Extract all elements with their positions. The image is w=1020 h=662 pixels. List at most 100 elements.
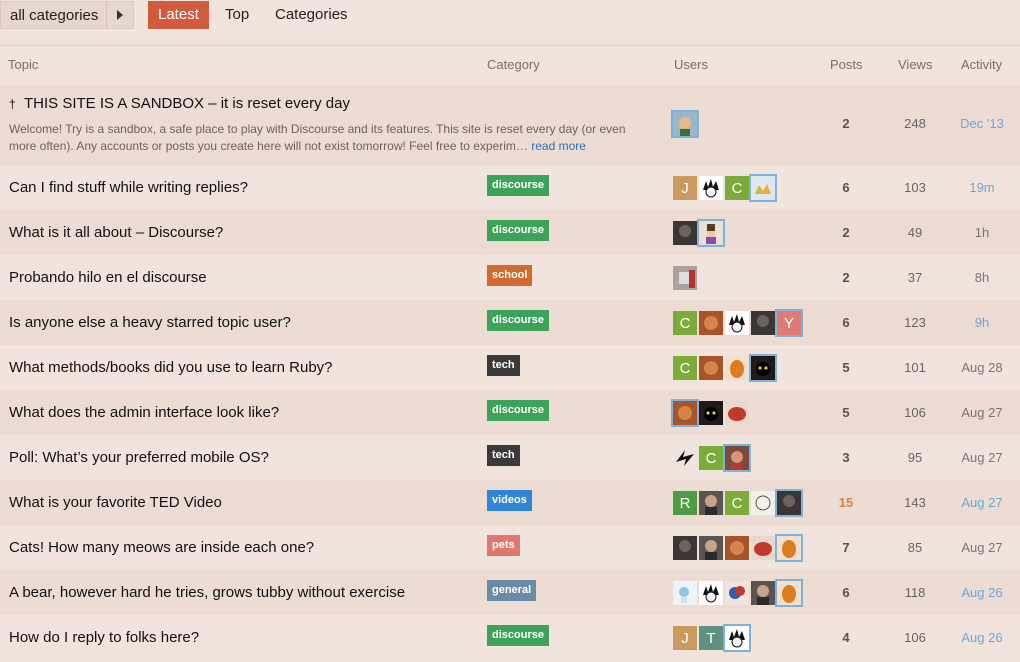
topic-row[interactable]: Can I find stuff while writing replies? d…	[0, 165, 1020, 210]
column-header-topic[interactable]: Topic	[8, 57, 38, 72]
last-activity[interactable]: Aug 26	[952, 630, 1012, 645]
topic-title-text[interactable]: What methods/books did you use to learn …	[9, 359, 333, 376]
topic-title[interactable]: A bear, however hard he tries, grows tub…	[9, 584, 405, 601]
category-badge[interactable]: tech	[487, 445, 520, 466]
last-activity[interactable]: 1h	[952, 225, 1012, 240]
avatar[interactable]: R	[673, 491, 697, 515]
last-activity[interactable]: 8h	[952, 270, 1012, 285]
avatar[interactable]: C	[673, 356, 697, 380]
avatar[interactable]	[751, 356, 775, 380]
category-badge[interactable]: videos	[487, 490, 532, 511]
read-more-link[interactable]: read more	[531, 139, 586, 153]
avatar[interactable]	[699, 311, 723, 335]
avatar[interactable]	[673, 221, 697, 245]
avatar[interactable]	[699, 221, 723, 245]
topic-title-text[interactable]: Poll: What’s your preferred mobile OS?	[9, 449, 269, 466]
topic-title-text[interactable]: What is it all about – Discourse?	[9, 224, 223, 241]
topic-title[interactable]: Is anyone else a heavy starred topic use…	[9, 314, 291, 331]
post-count[interactable]: 3	[830, 450, 862, 465]
post-count[interactable]: 2	[830, 270, 862, 285]
avatar[interactable]	[673, 446, 697, 470]
avatar[interactable]	[699, 356, 723, 380]
avatar[interactable]	[699, 401, 723, 425]
category-badge[interactable]: general	[487, 580, 537, 601]
topic-row[interactable]: How do I reply to folks here? discourse J T…	[0, 615, 1020, 660]
tab-latest[interactable]: Latest	[148, 1, 209, 29]
category-badge[interactable]: pets	[487, 535, 520, 556]
avatar[interactable]	[673, 266, 697, 290]
last-activity[interactable]: 19m	[952, 180, 1012, 195]
avatar[interactable]: J	[673, 176, 697, 200]
topic-title[interactable]: How do I reply to folks here?	[9, 629, 199, 646]
avatar[interactable]	[725, 626, 749, 650]
post-count[interactable]: 7	[830, 540, 862, 555]
topic-row[interactable]: What methods/books did you use to learn …	[0, 345, 1020, 390]
avatar[interactable]	[725, 401, 749, 425]
avatar[interactable]	[673, 401, 697, 425]
last-activity[interactable]: Aug 27	[952, 495, 1012, 510]
category-badge[interactable]: discourse	[487, 220, 549, 241]
column-header-category[interactable]: Category	[487, 57, 540, 72]
avatar[interactable]	[699, 176, 723, 200]
topic-row[interactable]: What is your favorite TED Video videos R C 1…	[0, 480, 1020, 525]
topic-title[interactable]: What methods/books did you use to learn …	[9, 359, 333, 376]
avatar[interactable]	[699, 581, 723, 605]
topic-title[interactable]: † THIS SITE IS A SANDBOX – it is reset ev…	[9, 95, 350, 112]
post-count[interactable]: 4	[830, 630, 862, 645]
last-activity[interactable]: Aug 28	[952, 360, 1012, 375]
last-activity[interactable]: Dec '13	[952, 116, 1012, 131]
topic-title[interactable]: What is it all about – Discourse?	[9, 224, 223, 241]
tab-top[interactable]: Top	[225, 1, 249, 29]
topic-title[interactable]: Poll: What’s your preferred mobile OS?	[9, 449, 269, 466]
category-badge[interactable]: discourse	[487, 400, 549, 421]
avatar[interactable]	[725, 446, 749, 470]
avatar[interactable]	[673, 536, 697, 560]
avatar[interactable]: C	[725, 491, 749, 515]
topic-row[interactable]: Is anyone else a heavy starred topic use…	[0, 300, 1020, 345]
avatar[interactable]	[725, 536, 749, 560]
post-count[interactable]: 6	[830, 585, 862, 600]
topic-row[interactable]: A bear, however hard he tries, grows tub…	[0, 570, 1020, 615]
topic-title-text[interactable]: What is your favorite TED Video	[9, 494, 222, 511]
topic-title-text[interactable]: What does the admin interface look like?	[9, 404, 279, 421]
tab-categories[interactable]: Categories	[275, 1, 348, 29]
topic-title-text[interactable]: Can I find stuff while writing replies?	[9, 179, 248, 196]
topic-row[interactable]: † THIS SITE IS A SANDBOX – it is reset ev…	[0, 85, 1020, 165]
topic-row[interactable]: What does the admin interface look like?…	[0, 390, 1020, 435]
avatar[interactable]	[777, 491, 801, 515]
post-count[interactable]: 2	[830, 116, 862, 131]
category-badge[interactable]: tech	[487, 355, 520, 376]
category-badge[interactable]: school	[487, 265, 533, 286]
avatar[interactable]: Y	[777, 311, 801, 335]
avatar[interactable]	[751, 176, 775, 200]
avatar[interactable]	[777, 581, 801, 605]
topic-title[interactable]: What does the admin interface look like?	[9, 404, 279, 421]
dropdown-arrow-icon[interactable]	[106, 2, 133, 28]
avatar[interactable]	[673, 581, 697, 605]
topic-row[interactable]: Poll: What’s your preferred mobile OS? te…	[0, 435, 1020, 480]
topic-row[interactable]: Cats! How many meows are inside each one…	[0, 525, 1020, 570]
avatar[interactable]: C	[725, 176, 749, 200]
last-activity[interactable]: Aug 27	[952, 405, 1012, 420]
post-count[interactable]: 6	[830, 315, 862, 330]
topic-title[interactable]: Probando hilo en el discourse	[9, 269, 207, 286]
post-count[interactable]: 5	[830, 405, 862, 420]
topic-title-text[interactable]: THIS SITE IS A SANDBOX – it is reset eve…	[24, 95, 350, 112]
last-activity[interactable]: 9h	[952, 315, 1012, 330]
topic-title[interactable]: What is your favorite TED Video	[9, 494, 222, 511]
column-header-posts[interactable]: Posts	[830, 57, 863, 72]
avatar[interactable]: J	[673, 626, 697, 650]
topic-title[interactable]: Can I find stuff while writing replies?	[9, 179, 248, 196]
topic-title-text[interactable]: Cats! How many meows are inside each one…	[9, 539, 314, 556]
post-count[interactable]: 6	[830, 180, 862, 195]
column-header-activity[interactable]: Activity	[961, 57, 1002, 72]
avatar[interactable]	[751, 536, 775, 560]
last-activity[interactable]: Aug 26	[952, 585, 1012, 600]
avatar[interactable]	[699, 536, 723, 560]
avatar[interactable]	[699, 491, 723, 515]
category-dropdown[interactable]: all categories	[0, 1, 134, 29]
avatar[interactable]	[725, 356, 749, 380]
last-activity[interactable]: Aug 27	[952, 450, 1012, 465]
post-count[interactable]: 15	[830, 495, 862, 510]
category-badge[interactable]: discourse	[487, 175, 549, 196]
